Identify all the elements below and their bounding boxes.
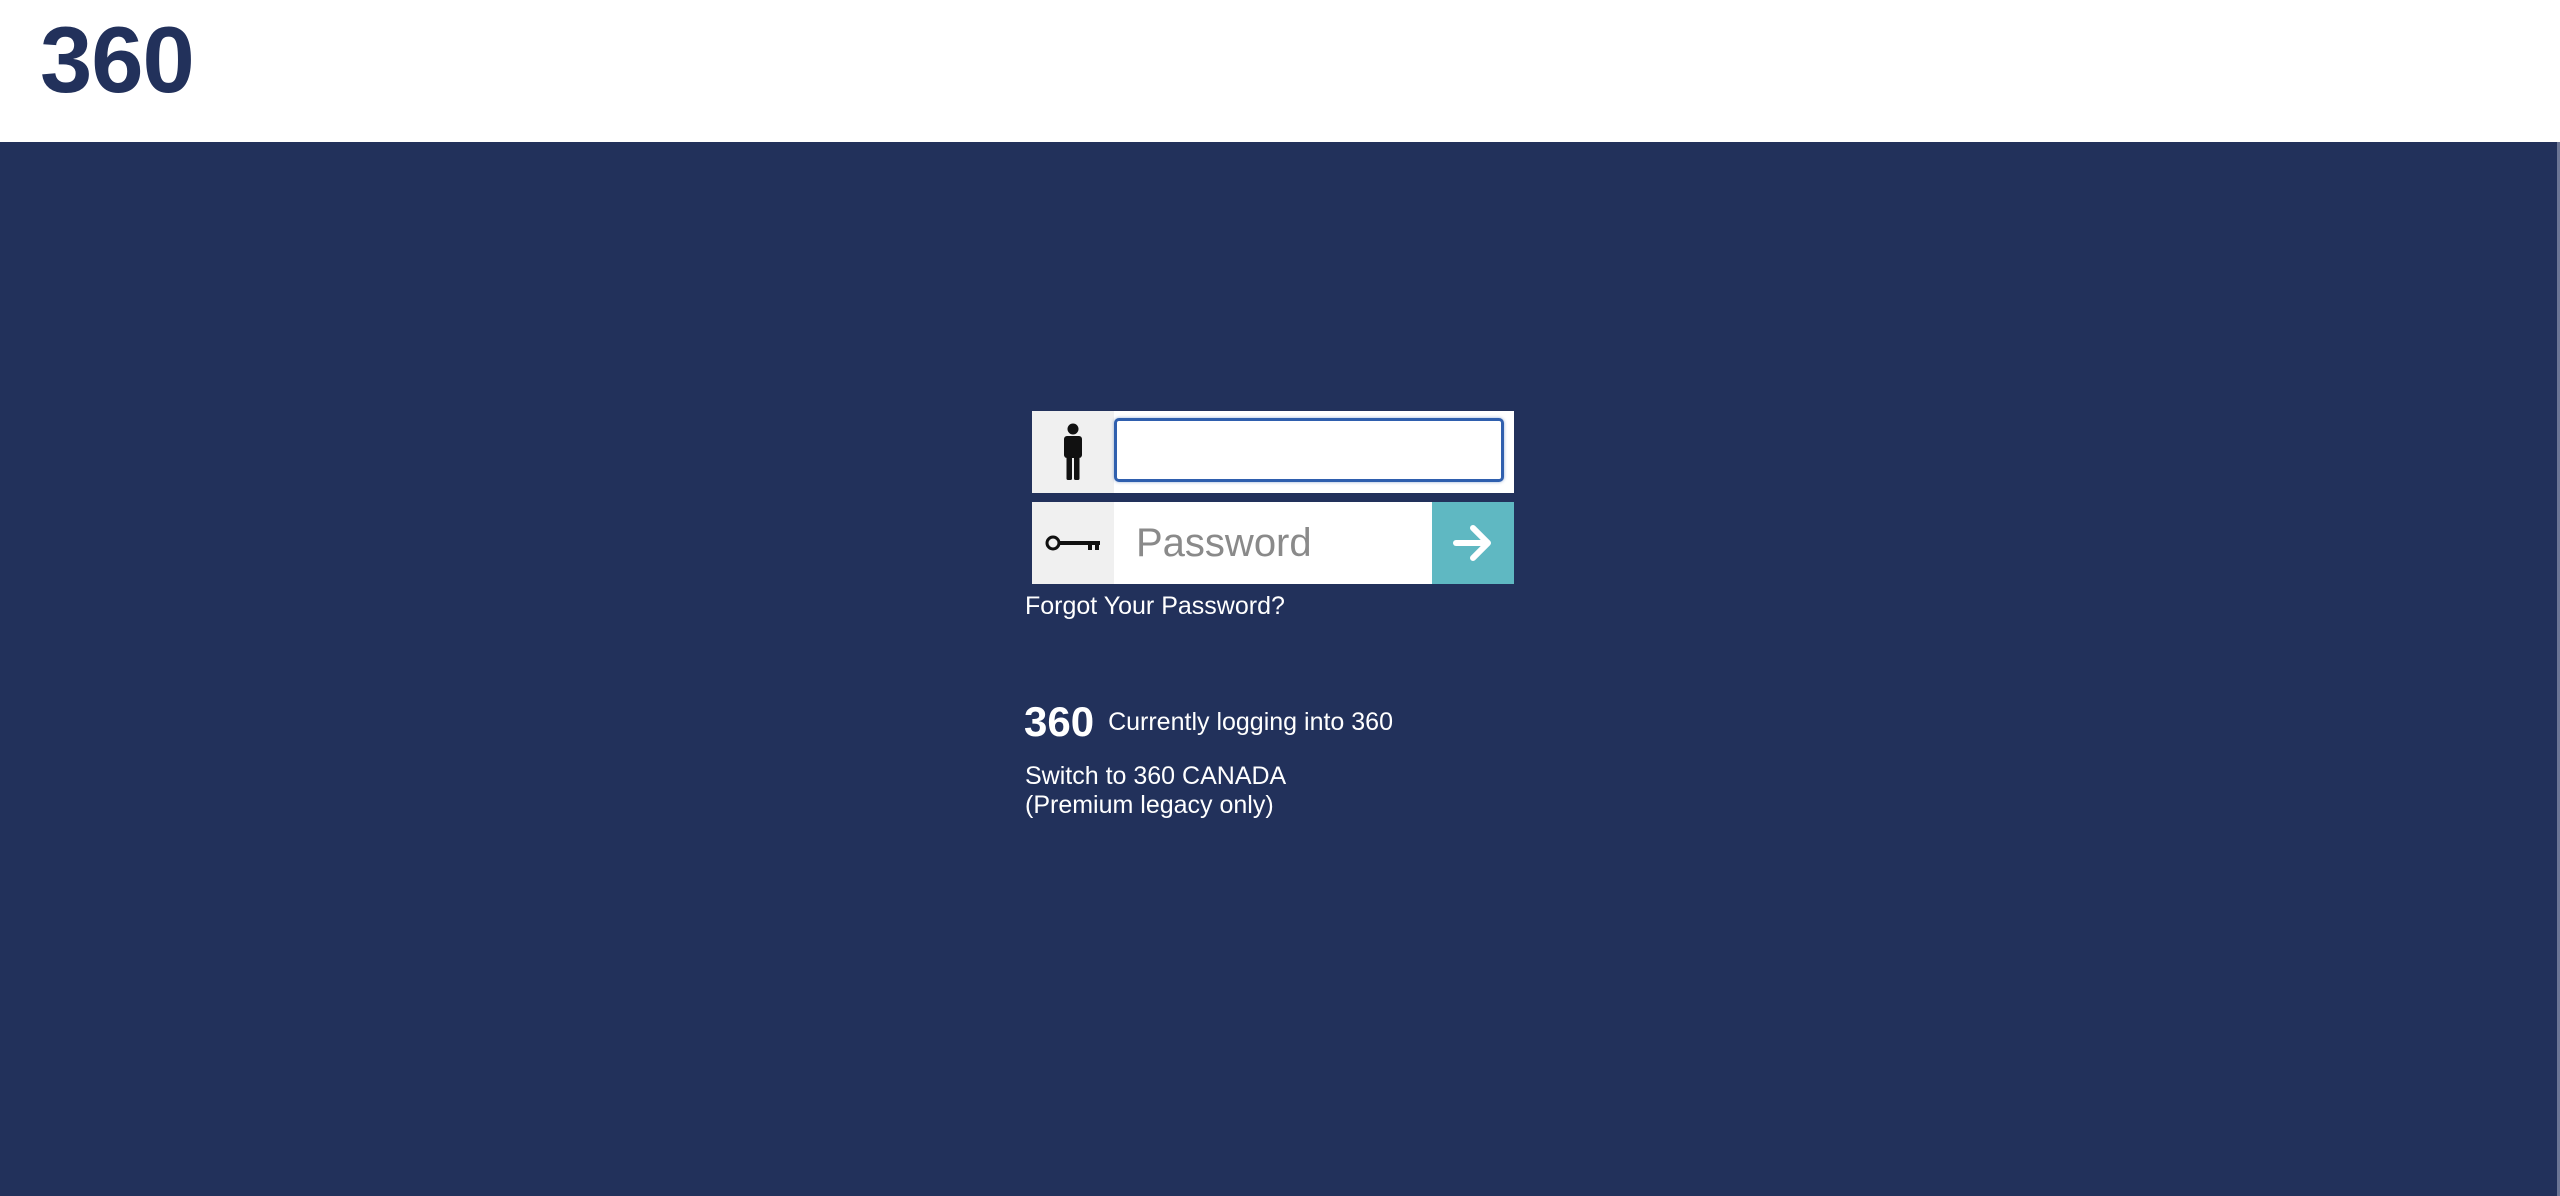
password-row	[1032, 502, 1514, 584]
login-submit-button[interactable]	[1432, 502, 1514, 584]
switch-region-link[interactable]: Switch to 360 CANADA (Premium legacy onl…	[1025, 762, 1286, 820]
region-logo: 360	[1024, 698, 1095, 745]
switch-region-label: Switch to 360 CANADA	[1025, 762, 1287, 790]
username-input[interactable]	[1114, 418, 1504, 482]
switch-region-note: (Premium legacy only)	[1025, 791, 1274, 819]
region-status: 360 Currently logging into 360	[1024, 696, 1393, 748]
brand-logo: 360	[40, 7, 195, 112]
key-icon	[1032, 502, 1114, 584]
arrow-right-icon	[1453, 525, 1491, 561]
forgot-password-link[interactable]: Forgot Your Password?	[1025, 591, 1285, 621]
person-icon	[1032, 411, 1114, 493]
top-header: 360	[0, 0, 2560, 142]
password-input[interactable]	[1114, 502, 1432, 584]
region-status-text: Currently logging into 360	[1108, 708, 1393, 736]
username-row	[1032, 411, 1514, 493]
